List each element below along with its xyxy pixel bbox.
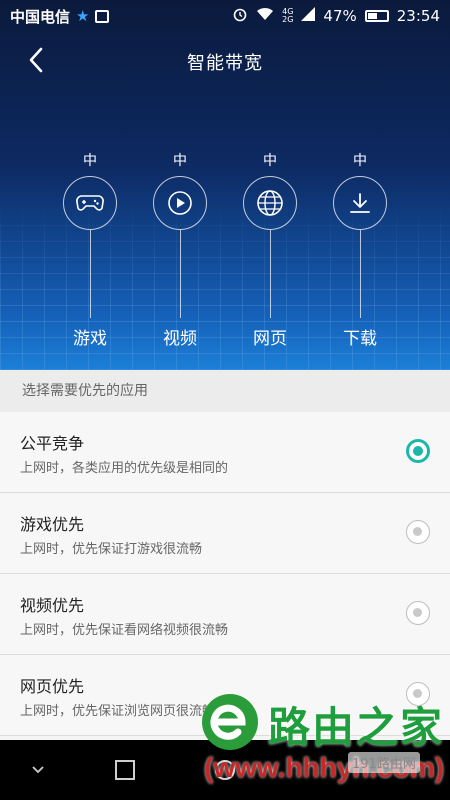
nav-recents-button[interactable] bbox=[113, 758, 137, 782]
app-label: 游戏 bbox=[73, 329, 107, 349]
watermark: 路由之家 (www.hhhyh.com) 191路由网 bbox=[198, 690, 450, 800]
nav-collapse-button[interactable] bbox=[26, 758, 50, 782]
square-icon bbox=[115, 760, 135, 780]
app-stem-line bbox=[269, 230, 271, 318]
title-bar: 智能带宽 bbox=[0, 32, 450, 88]
clock: 23:54 bbox=[396, 7, 440, 25]
option-description: 上网时，优先保证打游戏很流畅 bbox=[20, 542, 203, 557]
radio-button[interactable] bbox=[406, 520, 430, 544]
option-title: 视频优先 bbox=[20, 596, 85, 615]
watermark-badge: 191路由网 bbox=[348, 752, 420, 773]
option-title: 公平竞争 bbox=[20, 434, 85, 453]
image-notification-icon bbox=[95, 9, 110, 23]
app-label: 下载 bbox=[343, 329, 377, 349]
wifi-icon bbox=[256, 7, 274, 25]
option-description: 上网时，优先保证浏览网页很流畅 bbox=[20, 704, 216, 719]
option-video-first[interactable]: 视频优先 上网时，优先保证看网络视频很流畅 bbox=[0, 574, 450, 655]
globe-icon bbox=[243, 176, 297, 230]
chevron-down-icon bbox=[32, 766, 44, 774]
app-label: 网页 bbox=[253, 329, 287, 349]
page-title: 智能带宽 bbox=[187, 53, 263, 74]
app-label: 视频 bbox=[163, 329, 197, 349]
app-stem-line bbox=[359, 230, 361, 318]
app-stem-line bbox=[179, 230, 181, 318]
status-bar: 中国电信 ★ 4G 2G 47% 23:54 bbox=[0, 0, 450, 32]
option-description: 上网时，各类应用的优先级是相同的 bbox=[20, 461, 229, 476]
gamepad-icon bbox=[63, 176, 117, 230]
radio-button-selected[interactable] bbox=[406, 439, 430, 463]
app-games[interactable]: 中 游戏 bbox=[55, 150, 125, 349]
app-web[interactable]: 中 网页 bbox=[235, 150, 305, 349]
section-header: 选择需要优先的应用 bbox=[0, 370, 450, 412]
app-level: 中 bbox=[173, 153, 187, 169]
alarm-icon bbox=[232, 6, 248, 26]
signal-icon bbox=[301, 7, 316, 25]
router-home-logo-icon bbox=[202, 694, 258, 750]
priority-options-list: 公平竞争 上网时，各类应用的优先级是相同的 游戏优先 上网时，优先保证打游戏很流… bbox=[0, 412, 450, 736]
app-level: 中 bbox=[263, 153, 277, 169]
app-level: 中 bbox=[353, 153, 367, 169]
app-download[interactable]: 中 下载 bbox=[325, 150, 395, 349]
option-title: 游戏优先 bbox=[20, 515, 85, 534]
watermark-brand: 路由之家 bbox=[268, 703, 445, 752]
network-type-badge: 4G 2G bbox=[282, 7, 294, 24]
option-title: 网页优先 bbox=[20, 677, 85, 696]
carrier-label: 中国电信 bbox=[10, 7, 71, 26]
app-video[interactable]: 中 视频 bbox=[145, 150, 215, 349]
app-stem-line bbox=[89, 230, 91, 318]
app-level: 中 bbox=[83, 153, 97, 169]
battery-percent: 47% bbox=[323, 7, 357, 25]
option-description: 上网时，优先保证看网络视频很流畅 bbox=[20, 623, 229, 638]
option-games-first[interactable]: 游戏优先 上网时，优先保证打游戏很流畅 bbox=[0, 493, 450, 574]
qq-icon: ★ bbox=[76, 7, 90, 25]
app-priority-panel: 中 游戏 中 视频 中 网页 中 下载 bbox=[0, 150, 450, 360]
download-icon bbox=[333, 176, 387, 230]
play-icon bbox=[153, 176, 207, 230]
battery-icon bbox=[364, 10, 389, 22]
radio-button[interactable] bbox=[406, 601, 430, 625]
option-fair[interactable]: 公平竞争 上网时，各类应用的优先级是相同的 bbox=[0, 412, 450, 493]
